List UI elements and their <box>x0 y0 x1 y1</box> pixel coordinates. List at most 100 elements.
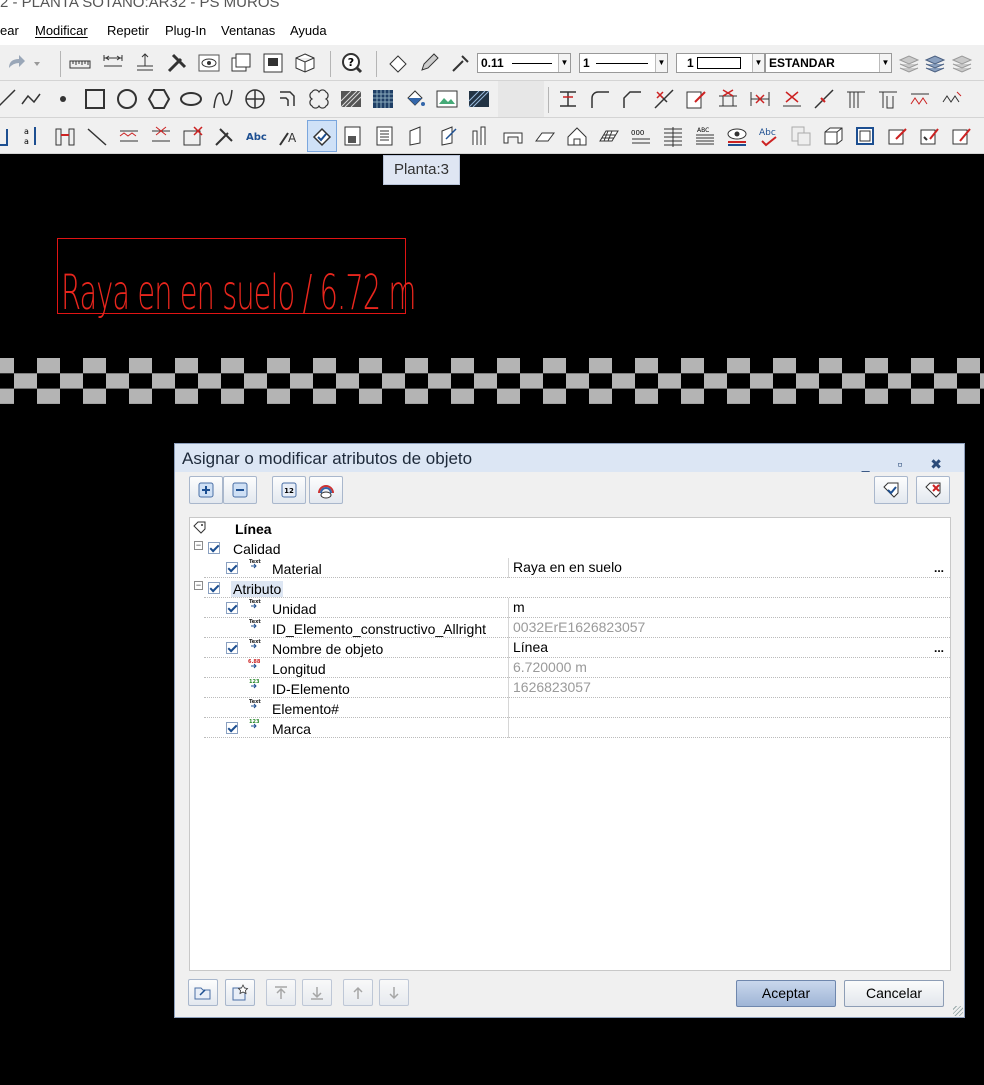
accept-button[interactable]: Aceptar <box>736 980 836 1007</box>
browse-button[interactable]: ... <box>934 561 944 575</box>
menu-item-modificar[interactable]: Modificar <box>35 23 88 38</box>
line-type-select[interactable]: 1 ▼ <box>579 53 668 73</box>
attribute-value[interactable]: Raya en en suelo <box>513 559 622 575</box>
text-list-icon[interactable]: ABC <box>693 124 717 148</box>
group-checkbox[interactable] <box>208 582 220 594</box>
add-attribute-button[interactable] <box>189 476 223 504</box>
attribute-checkbox[interactable] <box>226 642 238 654</box>
layer-select[interactable]: ESTANDAR ▼ <box>765 53 892 73</box>
bitmap-icon[interactable] <box>435 87 459 111</box>
area-style-icon[interactable] <box>467 87 491 111</box>
layer-edit-icon[interactable] <box>229 51 253 75</box>
cloud-icon[interactable] <box>307 87 331 111</box>
circle-icon[interactable] <box>115 87 139 111</box>
eye-icon[interactable] <box>197 51 221 75</box>
point-icon[interactable] <box>51 87 75 111</box>
attribute-row[interactable]: Text Unidad m <box>190 598 950 618</box>
3d-select-icon[interactable] <box>853 124 877 148</box>
panel-icon[interactable] <box>405 124 429 148</box>
attribute-row[interactable]: Text Material Raya en en suelo... <box>190 558 950 578</box>
delete-region-icon[interactable] <box>181 124 205 148</box>
polygon-icon[interactable] <box>147 87 171 111</box>
format-brush-icon[interactable] <box>386 51 410 75</box>
collapse-icon[interactable]: − <box>194 581 203 590</box>
layers-up-icon[interactable] <box>950 51 974 75</box>
roof-icon[interactable] <box>565 124 589 148</box>
grid-icon[interactable] <box>597 124 621 148</box>
group-row-atributo[interactable]: − Atributo <box>190 578 950 598</box>
fillet-icon[interactable] <box>588 87 612 111</box>
browse-button[interactable]: ... <box>934 641 944 655</box>
attribute-checkbox[interactable] <box>226 602 238 614</box>
hatching-icon[interactable] <box>339 87 363 111</box>
text-abc-icon[interactable]: Abc <box>245 124 269 148</box>
spell-check-icon[interactable]: Abc <box>757 124 781 148</box>
zigzag-icon[interactable] <box>908 87 932 111</box>
opening-icon[interactable] <box>501 124 525 148</box>
3d-edit-icon[interactable] <box>885 124 909 148</box>
dots-icon[interactable]: 000 <box>629 124 653 148</box>
list-document-icon[interactable] <box>373 124 397 148</box>
dialog-title-bar[interactable]: Asignar o modificar atributos de objeto … <box>175 444 964 472</box>
attribute-row[interactable]: Text ID_Elemento_constructivo_Allright 003… <box>190 618 950 638</box>
visibility-icon[interactable] <box>725 124 749 148</box>
line-icon[interactable] <box>0 87 18 111</box>
line-color-select[interactable]: 1 ▼ <box>676 53 765 73</box>
layers-select-icon[interactable] <box>923 51 947 75</box>
attribute-checkbox[interactable] <box>226 722 238 734</box>
attribute-row[interactable]: 6.88 Longitud 6.720000 m <box>190 658 950 678</box>
cube-icon[interactable] <box>293 51 317 75</box>
zigzag-alt-icon[interactable] <box>940 87 964 111</box>
eyedropper-icon[interactable] <box>449 51 473 75</box>
split-line-icon[interactable] <box>812 87 836 111</box>
modify-attributes-icon[interactable] <box>307 120 337 152</box>
move-top-button[interactable] <box>266 979 296 1006</box>
floor-stripe-hatch[interactable] <box>0 358 984 404</box>
panel-edit-icon[interactable] <box>437 124 461 148</box>
rectangle-icon[interactable] <box>83 87 107 111</box>
attribute-checkbox[interactable] <box>226 562 238 574</box>
menu-item-crear[interactable]: ear <box>0 23 19 38</box>
favorites-button[interactable] <box>309 476 343 504</box>
text-edit-icon[interactable]: A <box>277 124 301 148</box>
offset-icon[interactable] <box>275 87 299 111</box>
attribute-numbers-button[interactable]: 12 <box>272 476 306 504</box>
polyline-icon[interactable] <box>19 87 43 111</box>
menu-item-ventanas[interactable]: Ventanas <box>221 23 275 38</box>
layers-down-icon[interactable] <box>897 51 921 75</box>
ruler-icon[interactable] <box>68 51 92 75</box>
tools-icon[interactable] <box>165 51 189 75</box>
layer-print-icon[interactable] <box>261 51 285 75</box>
diagonal-line-icon[interactable] <box>85 124 109 148</box>
delete-lines-icon[interactable] <box>149 124 173 148</box>
attribute-tree[interactable]: Línea − Calidad − Atributo Text Material R… <box>189 517 951 971</box>
attribute-value[interactable]: m <box>513 599 525 615</box>
edit-lines-icon[interactable] <box>117 124 141 148</box>
group-checkbox[interactable] <box>208 542 220 554</box>
resize-grip[interactable] <box>953 1006 963 1016</box>
open-attribute-set-button[interactable] <box>188 979 218 1006</box>
pencil-icon[interactable] <box>417 51 441 75</box>
edit-point-icon[interactable] <box>684 87 708 111</box>
delete-double-lines-icon[interactable] <box>780 87 804 111</box>
ellipse-icon[interactable] <box>179 87 203 111</box>
pattern-icon[interactable] <box>371 87 395 111</box>
pen-thickness-select[interactable]: 0.11 ▼ <box>477 53 571 73</box>
attribute-row[interactable]: 123 Marca <box>190 718 950 738</box>
cancel-button[interactable]: Cancelar <box>844 980 944 1007</box>
menu-item-ayuda[interactable]: Ayuda <box>290 23 327 38</box>
profile-icon[interactable] <box>469 124 493 148</box>
document-icon[interactable] <box>341 124 365 148</box>
chamfer-icon[interactable] <box>620 87 644 111</box>
redo-icon[interactable] <box>4 51 28 75</box>
move-icon[interactable] <box>0 124 16 148</box>
delete-between-icon[interactable] <box>748 87 772 111</box>
match-attributes-button[interactable] <box>874 476 908 504</box>
attribute-row[interactable]: Text Elemento# <box>190 698 950 718</box>
delete-segment-icon[interactable] <box>716 87 740 111</box>
join-lines-icon[interactable] <box>556 87 580 111</box>
text-align-icon[interactable]: aa <box>21 124 45 148</box>
3d-check-icon[interactable] <box>917 124 941 148</box>
move-down-button[interactable] <box>379 979 409 1006</box>
slab-icon[interactable] <box>533 124 557 148</box>
